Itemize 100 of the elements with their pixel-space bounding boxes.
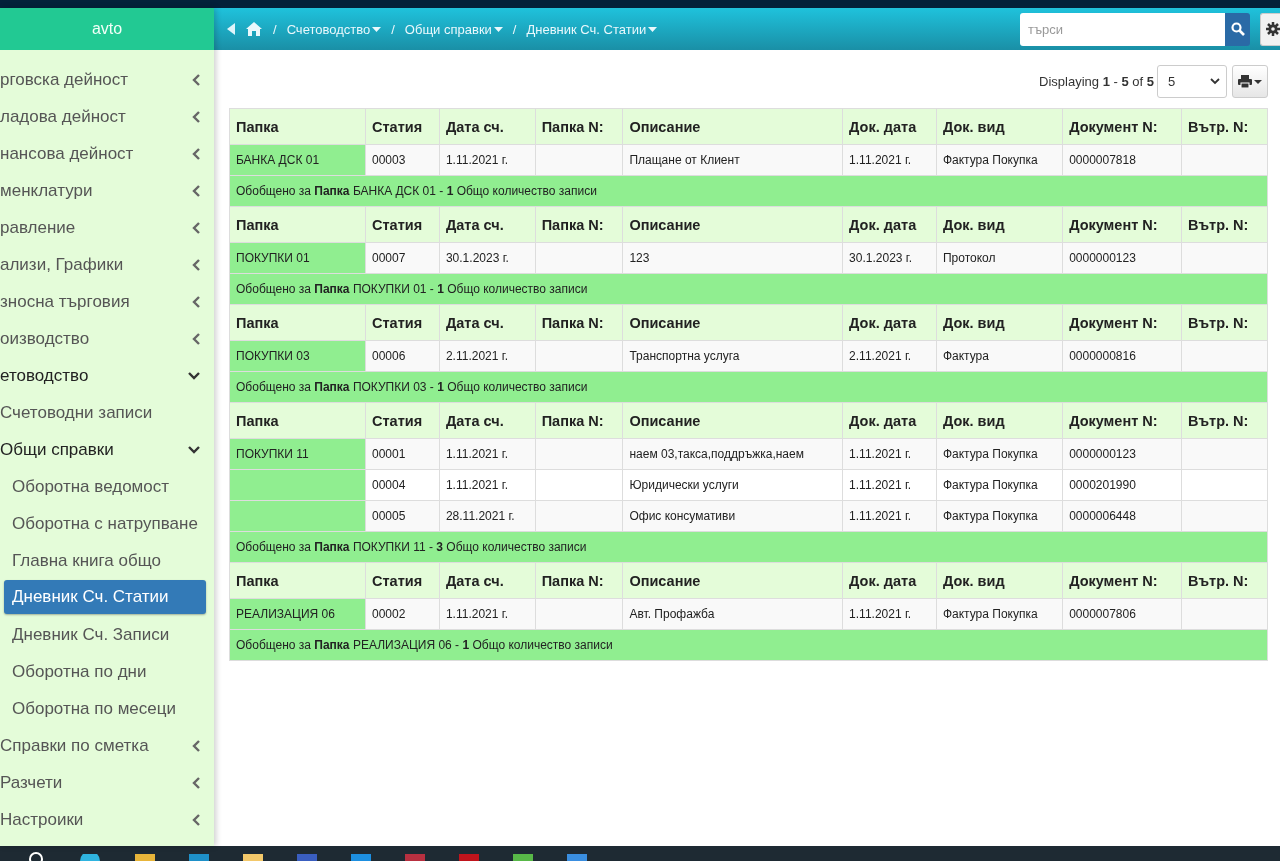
column-header: Папка N: — [535, 108, 623, 145]
table-cell: 00001 — [365, 438, 440, 470]
page-size-select[interactable]: 5 — [1157, 65, 1227, 98]
table-cell: 00005 — [365, 500, 440, 532]
table-cell: 1.11.2021 г. — [842, 438, 937, 470]
column-header: Папка N: — [535, 562, 623, 599]
column-header: Описание — [622, 562, 843, 599]
column-header: Статия — [365, 206, 440, 243]
table-cell: Юридически услуги — [622, 469, 843, 501]
table-cell: 1.11.2021 г. — [439, 144, 536, 176]
chevron-left-icon — [192, 295, 200, 308]
search-field[interactable]: търси — [1020, 12, 1225, 46]
column-header: Док. вид — [936, 562, 1063, 599]
caret-icon — [1254, 79, 1262, 84]
column-header: Дата сч. — [439, 562, 536, 599]
app-icon — [405, 854, 425, 861]
sidebar-item[interactable]: менклатури — [0, 172, 214, 209]
column-header: Дата сч. — [439, 108, 536, 145]
sidebar-item[interactable]: Главна книга общо — [0, 542, 214, 579]
sidebar-item[interactable]: равление — [0, 209, 214, 246]
table-cell: Фактура Покупка — [936, 469, 1063, 501]
record-count-text: Displaying 1 - 5 of 5 — [1039, 74, 1154, 89]
table-cell: Офис консумативи — [622, 500, 843, 532]
caret-icon — [372, 26, 382, 32]
sidebar-item[interactable]: Разчети — [0, 764, 214, 801]
sidebar-item[interactable]: Настроики — [0, 801, 214, 838]
column-header: Док. вид — [936, 206, 1063, 243]
table-cell: 2.11.2021 г. — [439, 340, 536, 372]
sidebar-item[interactable]: зносна търговия — [0, 283, 214, 320]
table-cell: ПОКУПКИ 03 — [229, 340, 366, 372]
chevron-left-icon — [192, 221, 200, 234]
column-header: Папка N: — [535, 206, 623, 243]
table-cell: Транспортна услуга — [622, 340, 843, 372]
sidebar-item[interactable]: Дневник Сч. Записи — [0, 616, 214, 653]
settings-icon — [1266, 22, 1280, 36]
column-header: Описание — [622, 304, 843, 341]
column-header: Дата сч. — [439, 402, 536, 439]
table-cell: Фактура Покупка — [936, 500, 1063, 532]
group-summary: Обобщено за Папка ПОКУПКИ 11 - 3 Общо количество записи — [229, 531, 1268, 563]
column-header: Документ N: — [1062, 562, 1182, 599]
caret-icon — [493, 26, 503, 32]
chevron-down-icon — [1210, 78, 1220, 85]
table-cell: РЕАЛИЗАЦИЯ 06 — [229, 598, 366, 630]
table-cell: 1.11.2021 г. — [439, 469, 536, 501]
table-cell: Фактура Покупка — [936, 438, 1063, 470]
settings-button[interactable] — [1260, 12, 1280, 46]
table-cell: 0000000816 — [1062, 340, 1182, 372]
column-header: Док. дата — [842, 108, 937, 145]
sidebar-item[interactable]: оизводство — [0, 320, 214, 357]
column-header: Дата сч. — [439, 304, 536, 341]
chevron-left-icon — [192, 147, 200, 160]
sidebar-item[interactable]: Общи справки — [0, 431, 214, 468]
chevron-left-icon — [192, 184, 200, 197]
sidebar-item[interactable]: Оборотна по дни — [0, 653, 214, 690]
app-icon — [135, 854, 155, 861]
caret-icon — [648, 26, 658, 32]
print-button[interactable] — [1232, 65, 1268, 98]
table-cell: Плащане от Клиент — [622, 144, 843, 176]
table-cell: Фактура Покупка — [936, 598, 1063, 630]
table-cell: наем 03,такса,поддръжка,наем — [622, 438, 843, 470]
column-header: Док. дата — [842, 206, 937, 243]
app-icon — [567, 854, 587, 861]
column-header: Описание — [622, 108, 843, 145]
sidebar-item[interactable]: етоводство — [0, 357, 214, 394]
table-cell: 00002 — [365, 598, 440, 630]
home-icon — [246, 22, 262, 36]
group-summary: Обобщено за Папка ПОКУПКИ 01 - 1 Общо количество записи — [229, 273, 1268, 305]
chevron-down-icon — [188, 371, 200, 380]
sidebar-item[interactable]: нансова дейност — [0, 135, 214, 172]
sidebar-item[interactable]: ладова дейност — [0, 98, 214, 135]
group-summary: Обобщено за Папка БАНКА ДСК 01 - 1 Общо количество записи — [229, 175, 1268, 207]
column-header: Вътр. N: — [1181, 402, 1268, 439]
column-header: Док. вид — [936, 304, 1063, 341]
back-arrow-icon — [227, 23, 235, 35]
table-cell: 00007 — [365, 242, 440, 274]
sidebar-item[interactable]: Оборотна ведомост — [0, 468, 214, 505]
column-header: Папка — [229, 562, 366, 599]
sidebar-item[interactable]: Оборотна с натрупване — [0, 505, 214, 542]
column-header: Папка — [229, 402, 366, 439]
sidebar-item[interactable]: рговска дейност — [0, 61, 214, 98]
app-icon — [351, 854, 371, 861]
column-header: Папка N: — [535, 304, 623, 341]
search-icon — [1230, 22, 1245, 36]
breadcrumb-separator: / — [391, 21, 395, 37]
table-cell: Фактура Покупка — [936, 144, 1063, 176]
group-summary: Обобщено за Папка ПОКУПКИ 03 - 1 Общо количество записи — [229, 371, 1268, 403]
table-cell: ПОКУПКИ 11 — [229, 438, 366, 470]
table-cell: 123 — [622, 242, 843, 274]
sidebar-item[interactable]: Оборотна по месеци — [0, 690, 214, 727]
column-header: Документ N: — [1062, 206, 1182, 243]
sidebar-item[interactable]: ализи, Графики — [0, 246, 214, 283]
column-header: Папка N: — [535, 402, 623, 439]
sidebar-item[interactable]: Справки по сметка — [0, 727, 214, 764]
sidebar-item[interactable]: Дневник Сч. Статии — [4, 580, 206, 614]
column-header: Папка — [229, 304, 366, 341]
table-cell: ПОКУПКИ 01 — [229, 242, 366, 274]
sidebar-item[interactable]: Счетоводни записи — [0, 394, 214, 431]
group-summary: Обобщено за Папка РЕАЛИЗАЦИЯ 06 - 1 Общо количество записи — [229, 629, 1268, 661]
app-icon — [79, 854, 101, 861]
search-button[interactable] — [1225, 12, 1250, 46]
